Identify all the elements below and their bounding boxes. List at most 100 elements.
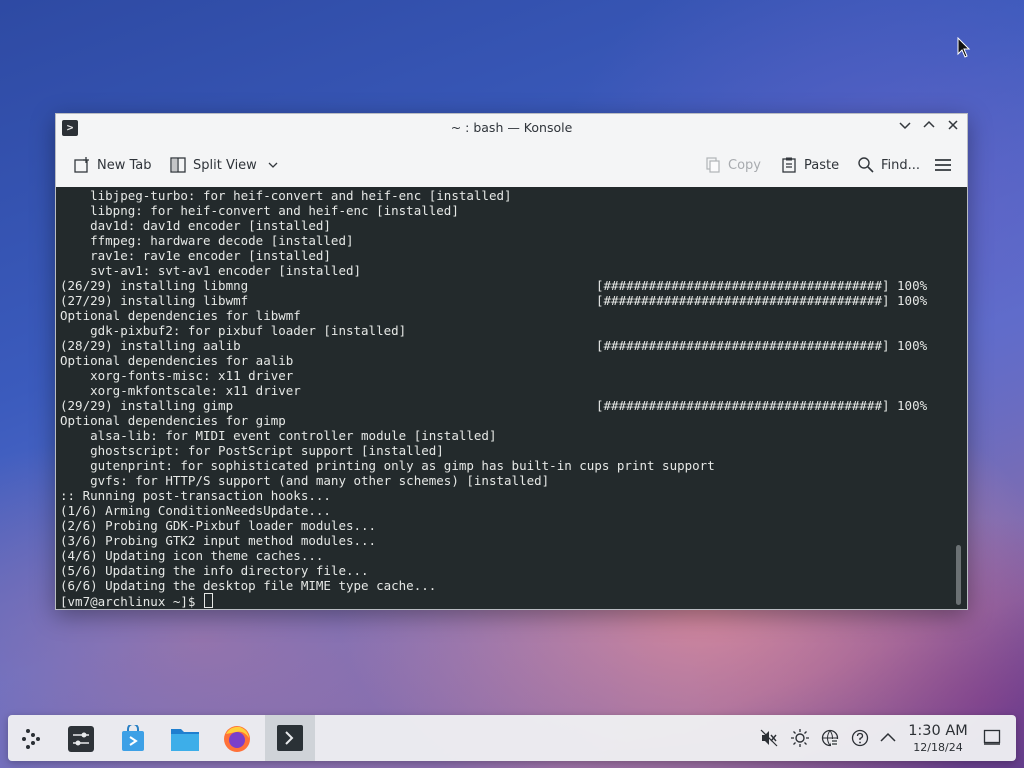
terminal-line-text: libpng: for heif-convert and heif-enc [i… xyxy=(60,203,459,218)
find-button[interactable]: Find... xyxy=(857,153,920,177)
window-title: ~ : bash — Konsole xyxy=(450,120,573,135)
brightness-icon[interactable] xyxy=(791,729,809,747)
application-launcher[interactable] xyxy=(16,722,50,756)
chevron-up-icon xyxy=(923,120,935,128)
terminal-line: ffmpeg: hardware decode [installed] xyxy=(60,233,947,248)
terminal-line-text: (6/6) Updating the desktop file MIME typ… xyxy=(60,578,437,593)
show-hidden-icons-icon[interactable] xyxy=(879,729,897,747)
terminal-line: libjpeg-turbo: for heif-convert and heif… xyxy=(60,188,947,203)
network-icon[interactable] xyxy=(821,729,839,747)
terminal-line-text: Optional dependencies for aalib xyxy=(60,353,294,368)
terminal-line-text: (28/29) installing aalib xyxy=(60,338,241,353)
hamburger-menu-button[interactable] xyxy=(934,153,958,177)
terminal-line: alsa-lib: for MIDI event controller modu… xyxy=(60,428,947,443)
terminal-line: dav1d: dav1d encoder [installed] xyxy=(60,218,947,233)
shell-prompt: [vm7@archlinux ~]$ xyxy=(60,594,203,609)
firefox-icon xyxy=(224,726,250,752)
terminal-line: (2/6) Probing GDK-Pixbuf loader modules.… xyxy=(60,518,947,533)
terminal-line-text: (5/6) Updating the info directory file..… xyxy=(60,563,369,578)
terminal-line: (28/29) installing aalib [###############… xyxy=(60,338,947,353)
terminal-line-text: :: Running post-transaction hooks... xyxy=(60,488,331,503)
terminal-line-text: gvfs: for HTTP/S support (and many other… xyxy=(60,473,550,488)
paste-label: Paste xyxy=(804,157,840,173)
terminal-line-text: xorg-fonts-misc: x11 driver xyxy=(60,368,294,383)
konsole-taskbar-entry[interactable] xyxy=(265,715,315,761)
paste-icon xyxy=(782,157,796,173)
copy-label: Copy xyxy=(728,157,761,173)
chevron-down-icon xyxy=(899,122,911,130)
chevron-down-icon[interactable] xyxy=(267,159,279,171)
volume-muted-icon[interactable] xyxy=(760,729,778,747)
terminal-line: svt-av1: svt-av1 encoder [installed] xyxy=(60,263,947,278)
title-bar[interactable]: > ~ : bash — Konsole xyxy=(56,114,967,142)
text-cursor xyxy=(204,593,213,608)
terminal-line-text: dav1d: dav1d encoder [installed] xyxy=(60,218,331,233)
terminal-line-text: (1/6) Arming ConditionNeedsUpdate... xyxy=(60,503,331,518)
konsole-window: > ~ : bash — Konsole New Tab Split View … xyxy=(55,113,968,610)
firefox-app[interactable] xyxy=(220,722,254,756)
terminal-line-text: (29/29) installing gimp xyxy=(60,398,234,413)
terminal-line: ghostscript: for PostScript support [ins… xyxy=(60,443,947,458)
terminal-line-text: Optional dependencies for libwmf xyxy=(60,308,301,323)
terminal-line: (1/6) Arming ConditionNeedsUpdate... xyxy=(60,503,947,518)
hamburger-menu-icon xyxy=(935,159,951,171)
terminal-line: gutenprint: for sophisticated printing o… xyxy=(60,458,947,473)
search-icon xyxy=(858,157,874,173)
split-view-button[interactable]: Split View xyxy=(169,153,285,177)
terminal-line: (4/6) Updating icon theme caches... xyxy=(60,548,947,563)
prompt-line[interactable]: [vm7@archlinux ~]$ xyxy=(60,593,947,609)
file-manager-app[interactable] xyxy=(168,722,202,756)
copy-button[interactable]: Copy xyxy=(704,153,761,177)
file-manager-icon xyxy=(171,729,199,751)
terminal-line: xorg-fonts-misc: x11 driver xyxy=(60,368,947,383)
paste-button[interactable]: Paste xyxy=(780,153,839,177)
terminal-line-text: Optional dependencies for gimp xyxy=(60,413,286,428)
terminal-line: Optional dependencies for libwmf xyxy=(60,308,947,323)
terminal-view[interactable]: libjpeg-turbo: for heif-convert and heif… xyxy=(56,187,967,609)
terminal-scrollbar[interactable] xyxy=(956,545,961,605)
discover-app[interactable] xyxy=(116,722,150,756)
terminal-line-text: (3/6) Probing GTK2 input method modules.… xyxy=(60,533,377,548)
terminal-line: gvfs: for HTTP/S support (and many other… xyxy=(60,473,947,488)
terminal-line: (29/29) installing gimp [################… xyxy=(60,398,947,413)
maximize-button[interactable] xyxy=(920,119,938,137)
help-icon[interactable] xyxy=(851,729,869,747)
terminal-output: libjpeg-turbo: for heif-convert and heif… xyxy=(60,188,947,609)
new-tab-label: New Tab xyxy=(97,157,152,173)
terminal-line-text: gdk-pixbuf2: for pixbuf loader [installe… xyxy=(60,323,407,338)
terminal-line: (26/29) installing libmng [##############… xyxy=(60,278,947,293)
application-launcher-icon xyxy=(22,729,40,749)
progress-bar-text: [#####################################] … xyxy=(596,293,928,308)
terminal-line: :: Running post-transaction hooks... xyxy=(60,488,947,503)
show-desktop-icon[interactable] xyxy=(983,728,1001,746)
minimize-button[interactable] xyxy=(896,119,914,137)
toolbar: New Tab Split View Copy Paste Find... xyxy=(56,142,967,188)
terminal-line-text: (2/6) Probing GDK-Pixbuf loader modules.… xyxy=(60,518,377,533)
new-tab-button[interactable]: New Tab xyxy=(73,153,152,177)
system-settings-app[interactable] xyxy=(64,722,98,756)
split-view-label: Split View xyxy=(193,157,257,173)
close-button[interactable] xyxy=(944,119,962,137)
terminal-line-text: (26/29) installing libmng xyxy=(60,278,249,293)
konsole-icon xyxy=(277,725,303,751)
terminal-line: (6/6) Updating the desktop file MIME typ… xyxy=(60,578,947,593)
progress-bar-text: [#####################################] … xyxy=(596,398,928,413)
clock-date[interactable]: 12/18/24 xyxy=(907,741,969,754)
terminal-line: Optional dependencies for aalib xyxy=(60,353,947,368)
terminal-line-text: (27/29) installing libwmf xyxy=(60,293,249,308)
find-label: Find... xyxy=(881,157,921,173)
terminal-line-text: libjpeg-turbo: for heif-convert and heif… xyxy=(60,188,512,203)
clock-time[interactable]: 1:30 AM xyxy=(907,723,969,739)
terminal-line: (5/6) Updating the info directory file..… xyxy=(60,563,947,578)
terminal-line: rav1e: rav1e encoder [installed] xyxy=(60,248,947,263)
copy-icon xyxy=(706,157,720,173)
terminal-line: libpng: for heif-convert and heif-enc [i… xyxy=(60,203,947,218)
terminal-line-text: svt-av1: svt-av1 encoder [installed] xyxy=(60,263,362,278)
terminal-line-text: rav1e: rav1e encoder [installed] xyxy=(60,248,331,263)
progress-bar-text: [#####################################] … xyxy=(596,278,928,293)
terminal-line-text: xorg-mkfontscale: x11 driver xyxy=(60,383,301,398)
terminal-line: (27/29) installing libwmf [##############… xyxy=(60,293,947,308)
terminal-line: (3/6) Probing GTK2 input method modules.… xyxy=(60,533,947,548)
terminal-line-text: ffmpeg: hardware decode [installed] xyxy=(60,233,354,248)
terminal-line-text: gutenprint: for sophisticated printing o… xyxy=(60,458,715,473)
